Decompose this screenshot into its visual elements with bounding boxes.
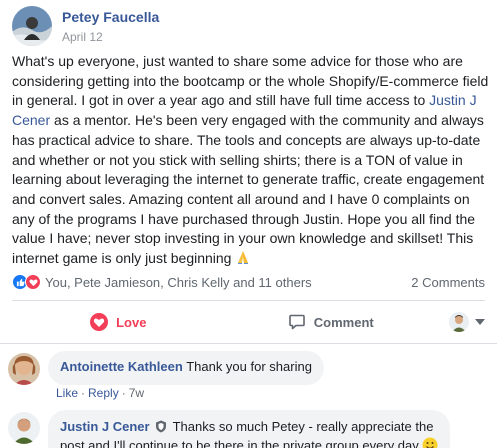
commenter-avatar[interactable]	[8, 412, 40, 444]
comment-like-link[interactable]: Like	[56, 386, 78, 400]
comment-text: Thank you for sharing	[186, 359, 312, 374]
comment-text-line1: Thanks so much Petey - really appreciate…	[172, 419, 434, 434]
comment-button[interactable]: Comment	[225, 306, 438, 338]
comment-actions: Like · Reply · 7w	[56, 386, 145, 400]
comment-time[interactable]: 7w	[129, 386, 144, 400]
reactions-summary: You, Pete Jamieson, Chris Kelly and 11 o…	[12, 272, 485, 292]
smile-emoji-icon	[422, 437, 438, 448]
divider	[0, 343, 497, 344]
commenter-avatar[interactable]	[8, 353, 40, 385]
comment-item: Antoinette Kathleen Thank you for sharin…	[8, 351, 324, 385]
love-icon	[25, 274, 41, 290]
comment-author[interactable]: Justin J Cener	[60, 419, 150, 434]
comment-icon	[288, 313, 306, 331]
comment-item: Justin J Cener Thanks so much Petey - re…	[8, 410, 451, 448]
comment-label: Comment	[313, 314, 374, 330]
viewer-avatar	[449, 312, 469, 332]
post-text-part1: What's up everyone, just wanted to share…	[12, 53, 489, 109]
comment-reply-link[interactable]: Reply	[88, 386, 119, 400]
post-text-part2: as a mentor. He's been very engaged with…	[12, 112, 485, 267]
love-reaction-icon	[90, 313, 109, 331]
love-label: Love	[116, 314, 147, 330]
reaction-icons[interactable]	[12, 274, 41, 290]
author-avatar[interactable]	[12, 6, 52, 46]
viewer-selector[interactable]	[437, 312, 485, 332]
comment-text-line2: post and I'll continue to be there in th…	[60, 438, 419, 448]
reacted-names[interactable]: You, Pete Jamieson, Chris Kelly and 11 o…	[45, 275, 312, 290]
post-author-name[interactable]: Petey Faucella	[62, 8, 159, 26]
post-actions: Love Comment	[12, 301, 485, 343]
comment-bubble: Antoinette Kathleen Thank you for sharin…	[48, 351, 324, 385]
post-body: What's up everyone, just wanted to share…	[12, 52, 490, 269]
admin-shield-icon	[155, 420, 167, 437]
pray-emoji-icon	[235, 249, 251, 265]
post-header: Petey Faucella April 12	[12, 4, 159, 48]
comments-count[interactable]: 2 Comments	[411, 275, 485, 290]
comment-bubble: Justin J Cener Thanks so much Petey - re…	[48, 410, 451, 448]
chevron-down-icon	[475, 319, 485, 325]
love-button[interactable]: Love	[12, 306, 225, 338]
post-date[interactable]: April 12	[62, 29, 159, 45]
comment-author[interactable]: Antoinette Kathleen	[60, 359, 183, 374]
